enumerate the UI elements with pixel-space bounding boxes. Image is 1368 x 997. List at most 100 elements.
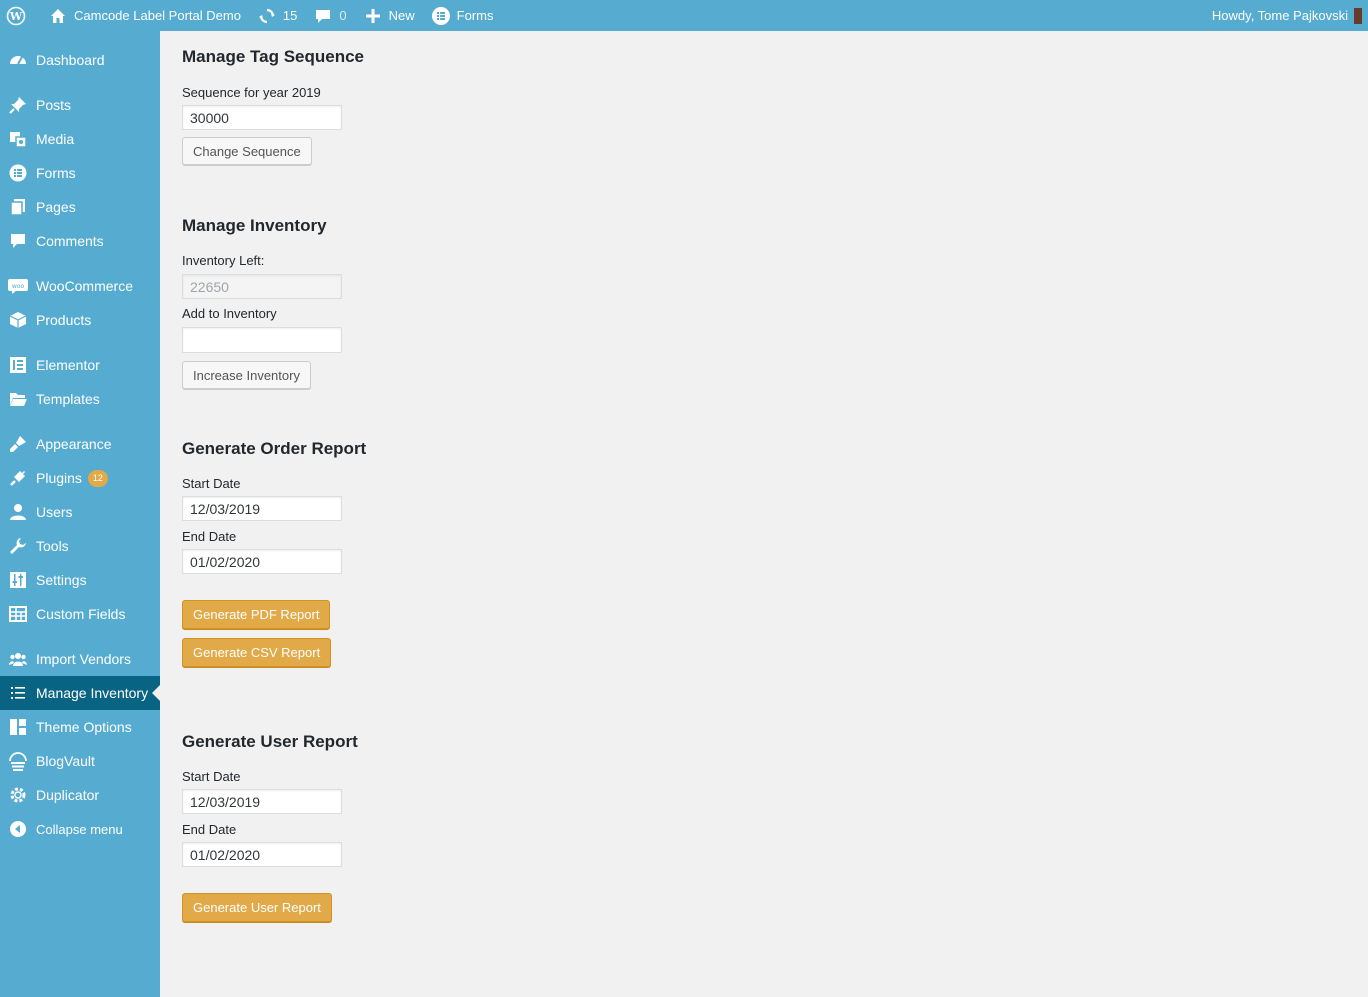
sidebar-item-collapse-menu[interactable]: Collapse menu: [0, 812, 160, 846]
order-end-date-input[interactable]: [182, 549, 342, 574]
sidebar-item-label: Duplicator: [36, 787, 100, 803]
svg-text:woo: woo: [12, 283, 25, 290]
sequence-label: Sequence for year 2019: [182, 85, 321, 100]
sidebar-item-pages[interactable]: Pages: [0, 190, 160, 224]
layout-icon: [8, 717, 28, 737]
user-end-date-label: End Date: [182, 822, 237, 837]
refresh-icon: [257, 6, 277, 26]
plug-icon: [8, 468, 28, 488]
inventory-left-label: Inventory Left:: [182, 253, 265, 268]
sidebar-item-theme-options[interactable]: Theme Options: [0, 710, 160, 744]
sidebar-item-label: WooCommerce: [36, 278, 133, 294]
inventory-title: Manage Inventory: [182, 216, 327, 235]
generate-pdf-report-button[interactable]: Generate PDF Report: [182, 600, 331, 629]
sidebar-item-label: Collapse menu: [36, 821, 123, 837]
sidebar-item-plugins[interactable]: Plugins 12: [0, 461, 160, 495]
site-name-link[interactable]: Camcode Label Portal Demo: [40, 0, 249, 31]
user-start-date-label: Start Date: [182, 769, 241, 784]
sidebar-item-users[interactable]: Users: [0, 495, 160, 529]
svg-text:W: W: [9, 10, 23, 23]
sidebar-item-custom-fields[interactable]: Custom Fields: [0, 597, 160, 631]
sidebar-item-dashboard[interactable]: Dashboard: [0, 43, 160, 77]
sidebar-item-label: Media: [36, 131, 75, 147]
avatar: [1354, 7, 1362, 24]
order-report-title: Generate Order Report: [182, 439, 367, 458]
updates-link[interactable]: 15: [249, 0, 305, 31]
user-start-date-input[interactable]: [182, 789, 342, 814]
table-icon: [8, 604, 28, 624]
group-icon: [8, 649, 28, 669]
generate-csv-report-button[interactable]: Generate CSV Report: [182, 638, 332, 667]
sidebar-item-label: Appearance: [36, 436, 112, 452]
order-start-date-input[interactable]: [182, 496, 342, 521]
site-name: Camcode Label Portal Demo: [74, 8, 241, 23]
wrench-icon: [8, 536, 28, 556]
sequence-input[interactable]: [182, 105, 342, 130]
dashboard-icon: [8, 50, 28, 70]
sidebar-item-label: Dashboard: [36, 52, 105, 68]
pin-icon: [8, 95, 28, 115]
sliders-icon: [8, 570, 28, 590]
sidebar-item-settings[interactable]: Settings: [0, 563, 160, 597]
media-icon: [8, 129, 28, 149]
user-icon: [8, 502, 28, 522]
updates-count: 15: [282, 8, 298, 23]
increase-inventory-button[interactable]: Increase Inventory: [182, 361, 311, 389]
plus-icon: [363, 6, 383, 26]
tag-sequence-title: Manage Tag Sequence: [182, 47, 365, 66]
plugins-update-badge: 12: [87, 469, 108, 487]
sidebar-item-products[interactable]: Products: [0, 303, 160, 337]
sidebar-item-posts[interactable]: Posts: [0, 88, 160, 122]
order-start-date-label: Start Date: [182, 476, 241, 491]
folder-icon: [8, 389, 28, 409]
collapse-icon: [8, 819, 28, 839]
forms-icon: [431, 6, 451, 26]
my-account-link[interactable]: Howdy, Tome Pajkovski: [1204, 0, 1368, 31]
user-end-date-input[interactable]: [182, 842, 342, 867]
order-end-date-label: End Date: [182, 529, 237, 544]
comments-link[interactable]: 0: [305, 0, 354, 31]
wordpress-icon: W: [6, 6, 26, 26]
sidebar-item-manage-inventory[interactable]: Manage Inventory: [0, 676, 160, 710]
sidebar-item-label: Templates: [36, 391, 100, 407]
sidebar-item-label: BlogVault: [36, 753, 95, 769]
home-icon: [48, 6, 68, 26]
elementor-icon: [8, 355, 28, 375]
sidebar-item-media[interactable]: Media: [0, 122, 160, 156]
sidebar-item-label: Settings: [36, 572, 87, 588]
vault-icon: [8, 751, 28, 771]
sidebar-item-blogvault[interactable]: BlogVault: [0, 744, 160, 778]
add-inventory-label: Add to Inventory: [182, 306, 277, 321]
change-sequence-button[interactable]: Change Sequence: [182, 137, 312, 165]
sidebar-item-label: Import Vendors: [36, 651, 131, 667]
generate-user-report-button[interactable]: Generate User Report: [182, 893, 332, 922]
sidebar-item-templates[interactable]: Templates: [0, 382, 160, 416]
wordpress-logo[interactable]: W: [0, 0, 40, 31]
sidebar-item-label: Plugins: [36, 470, 82, 486]
new-content-link[interactable]: New: [355, 0, 423, 31]
howdy-text: Howdy, Tome Pajkovski: [1211, 8, 1348, 23]
sidebar-item-appearance[interactable]: Appearance: [0, 427, 160, 461]
brush-icon: [8, 434, 28, 454]
gear-icon: [8, 785, 28, 805]
sidebar-item-forms[interactable]: Forms: [0, 156, 160, 190]
forms-link[interactable]: Forms: [423, 0, 502, 31]
admin-bar: W Camcode Label Portal Demo 15 0 New For…: [0, 0, 1368, 31]
forms-icon: [8, 163, 28, 183]
sidebar-item-elementor[interactable]: Elementor: [0, 348, 160, 382]
comment-icon: [8, 231, 28, 251]
sidebar-item-label: Custom Fields: [36, 606, 126, 622]
sidebar-item-tools[interactable]: Tools: [0, 529, 160, 563]
inventory-left-input: [182, 274, 342, 299]
sidebar-item-label: Pages: [36, 199, 76, 215]
sidebar-item-comments[interactable]: Comments: [0, 224, 160, 258]
sidebar-item-label: Tools: [36, 538, 69, 554]
sidebar-item-woocommerce[interactable]: woo WooCommerce: [0, 269, 160, 303]
sidebar-item-label: Users: [36, 504, 73, 520]
new-label: New: [388, 8, 415, 23]
sidebar-item-duplicator[interactable]: Duplicator: [0, 778, 160, 812]
sidebar-item-label: Products: [36, 312, 92, 328]
woocommerce-icon: woo: [8, 276, 28, 296]
sidebar-item-import-vendors[interactable]: Import Vendors: [0, 642, 160, 676]
add-inventory-input[interactable]: [182, 327, 342, 353]
